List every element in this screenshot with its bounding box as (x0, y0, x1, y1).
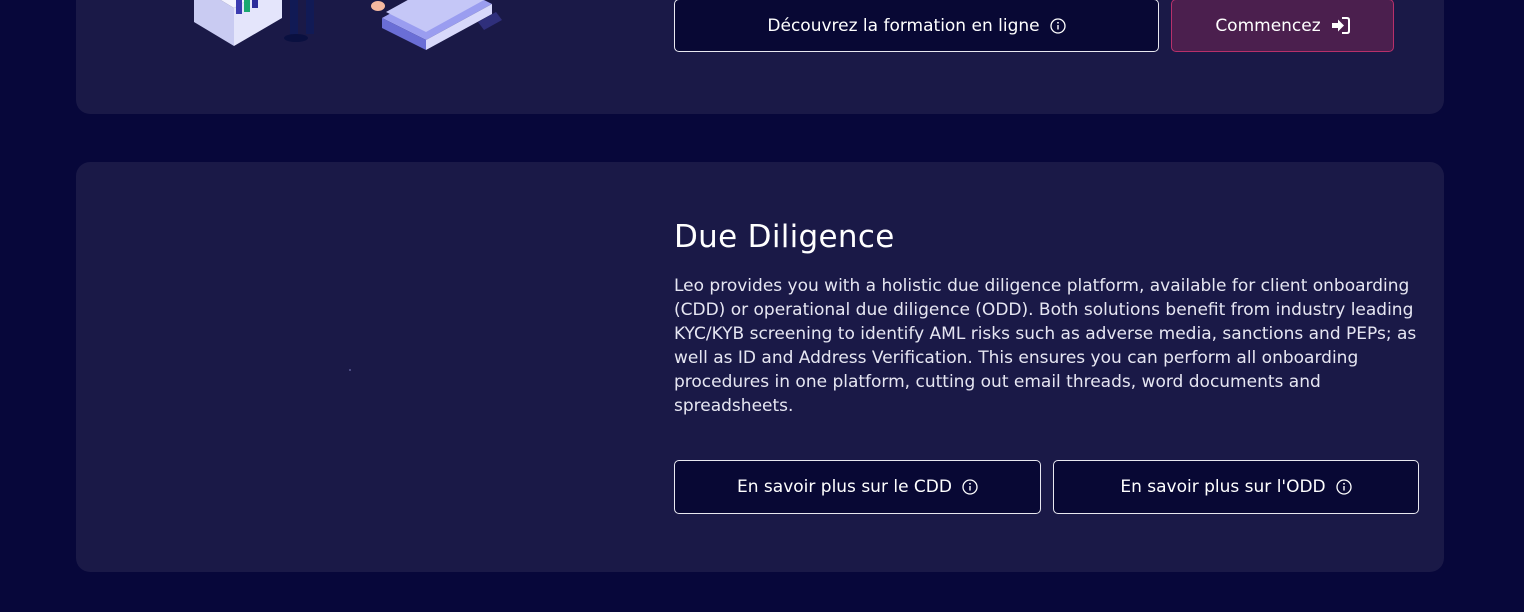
sign-in-icon (1331, 17, 1350, 34)
due-diligence-description: Leo provides you with a holistic due dil… (674, 276, 1417, 416)
due-diligence-card: Due Diligence Leo provides you with a ho… (76, 162, 1444, 572)
online-training-card: Découvrez la formation en ligne Commence… (76, 0, 1444, 114)
info-circle-icon (1336, 479, 1352, 495)
training-illustration (194, 0, 502, 50)
start-button-label: Commencez (1215, 15, 1321, 36)
start-button[interactable]: Commencez (1171, 0, 1394, 52)
due-diligence-title: Due Diligence (674, 219, 895, 255)
odd-button-label: En savoir plus sur l'ODD (1120, 477, 1326, 497)
discover-online-training-button[interactable]: Découvrez la formation en ligne (674, 0, 1159, 52)
learn-more-cdd-button[interactable]: En savoir plus sur le CDD (674, 460, 1041, 514)
learn-more-odd-button[interactable]: En savoir plus sur l'ODD (1053, 460, 1419, 514)
page: Découvrez la formation en ligne Commence… (0, 0, 1524, 612)
image-placeholder (349, 369, 351, 371)
cdd-button-label: En savoir plus sur le CDD (737, 477, 952, 497)
info-circle-icon (1049, 17, 1066, 34)
info-circle-icon (962, 479, 978, 495)
discover-button-label: Découvrez la formation en ligne (767, 15, 1040, 36)
